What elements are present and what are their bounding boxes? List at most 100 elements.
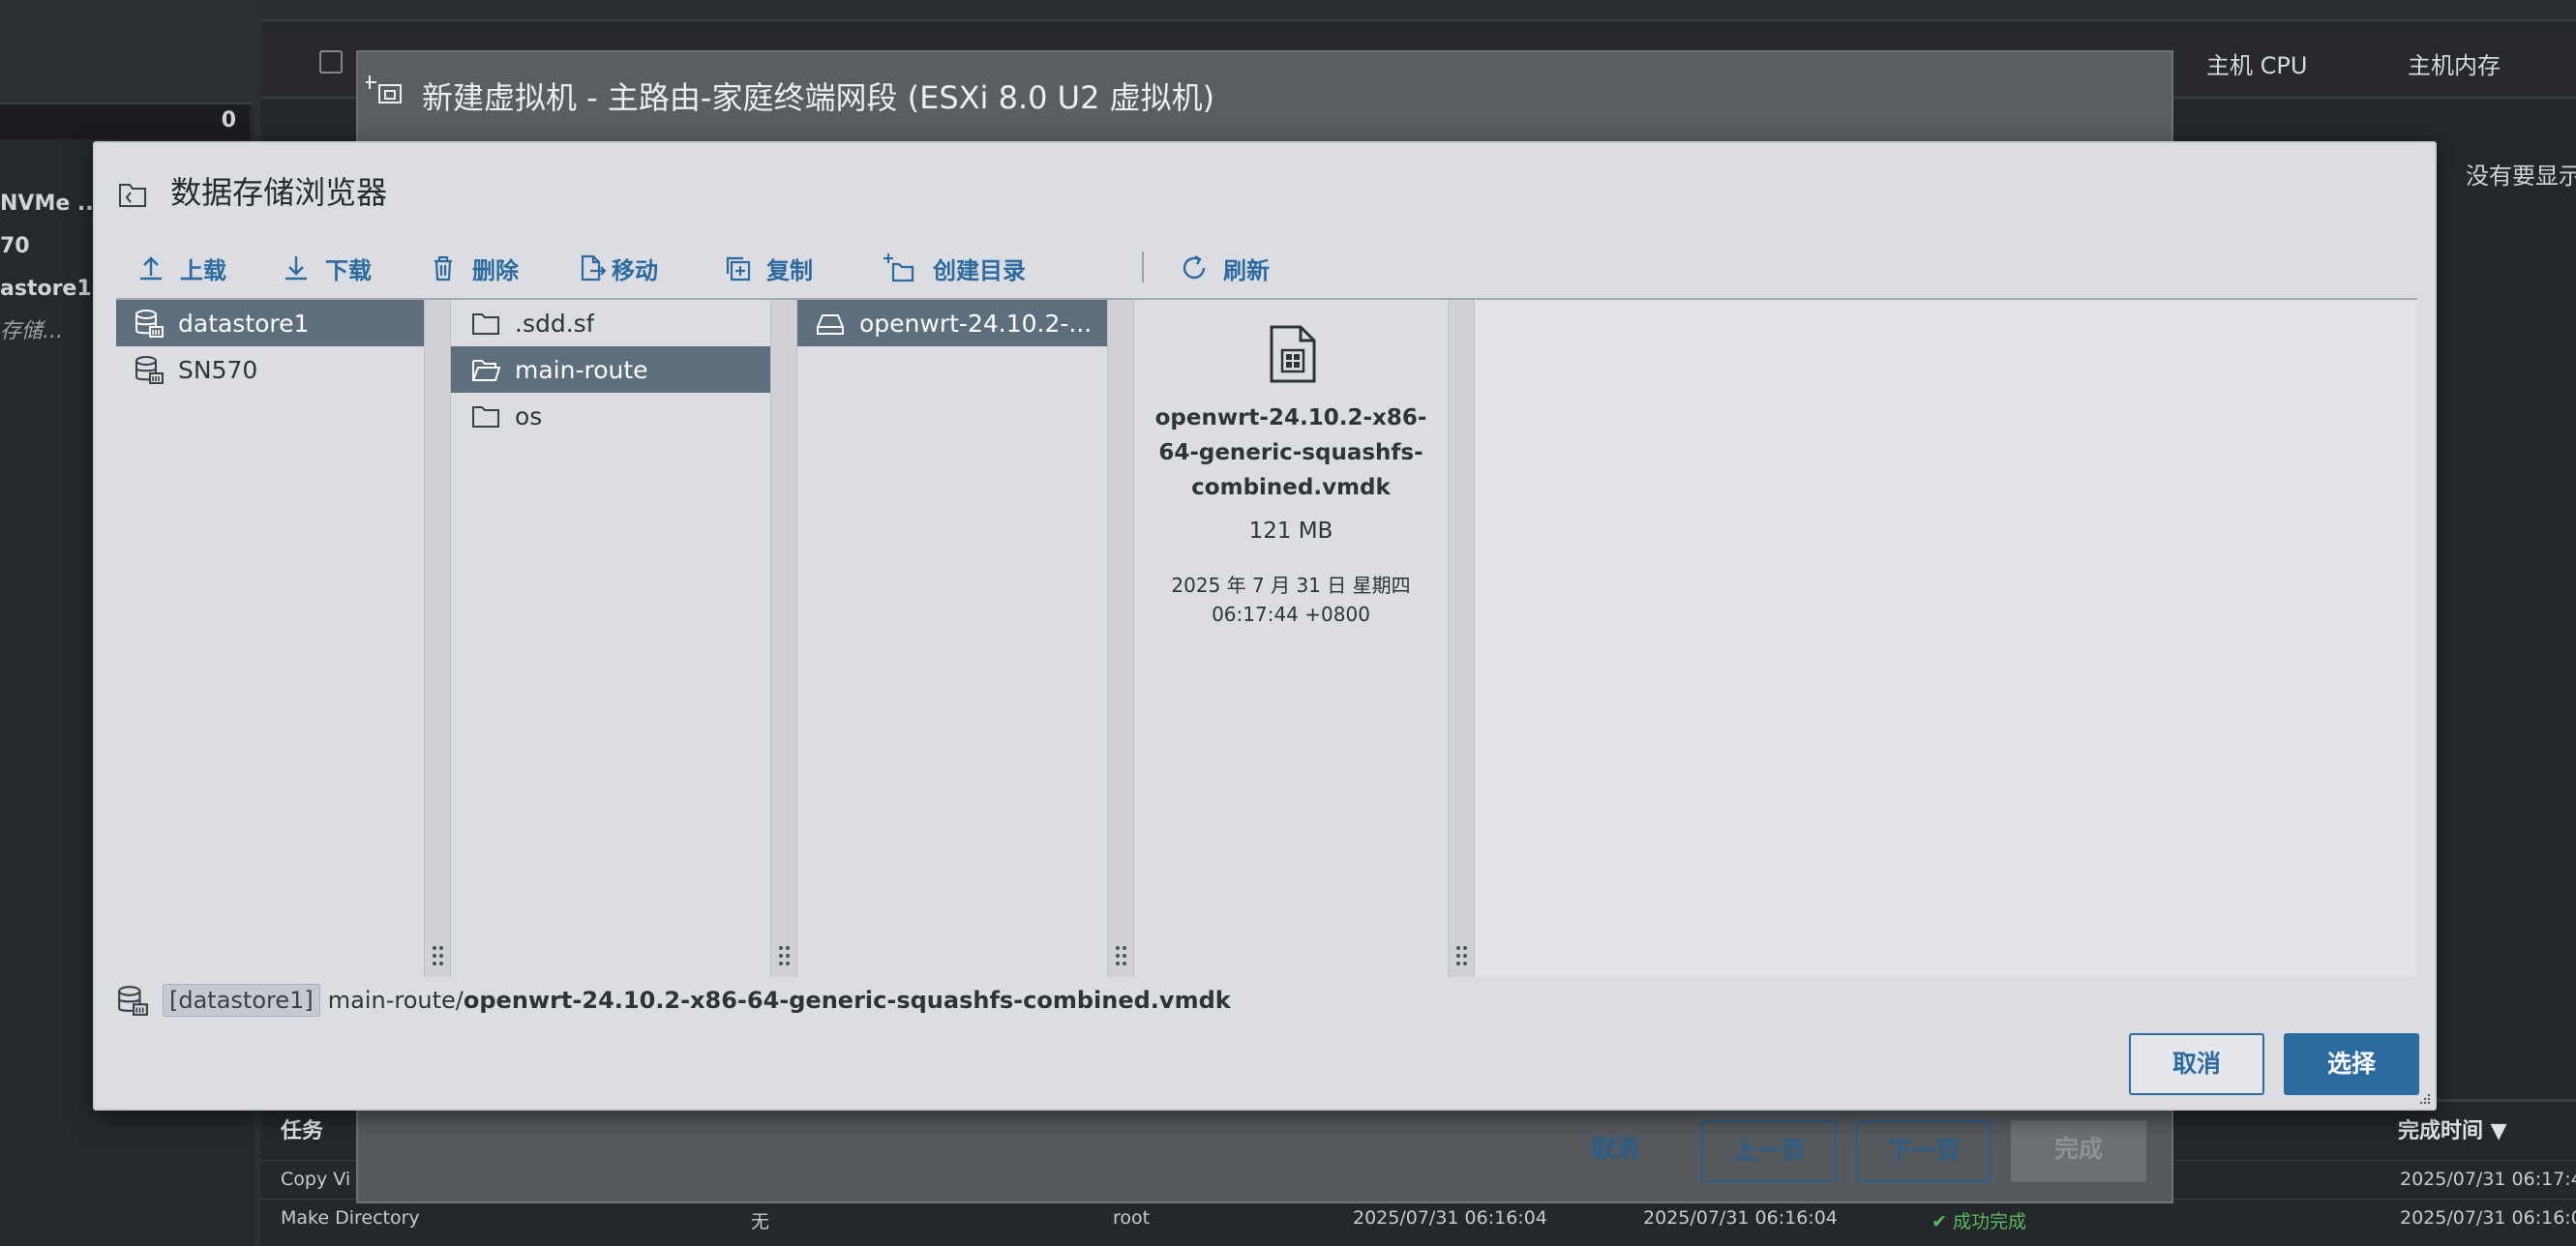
datastore-icon: [135, 356, 164, 384]
path-datastore-tag: [datastore1]: [163, 984, 320, 1017]
grip-handle-icon: [1116, 946, 1127, 967]
wizard-title-bar: 新建虚拟机 - 主路由-家庭终端网段 (ESXi 8.0 U2 虚拟机): [358, 52, 2172, 141]
upload-icon: [140, 256, 162, 281]
trash-icon: [434, 255, 452, 282]
select-all-checkbox: [319, 50, 343, 74]
folder-column: .sdd.sf main-route os: [451, 300, 770, 977]
resize-handle-icon[interactable]: [2417, 1091, 2431, 1105]
browser-toolbar: 上载 下载 删除 移动 复制 创建目录 刷新: [135, 244, 2400, 292]
copy-button[interactable]: 复制: [722, 244, 813, 292]
disk-icon: [817, 314, 844, 335]
upload-button[interactable]: 上载: [135, 244, 226, 292]
dialog-title: 数据存储浏览器: [170, 174, 388, 211]
folder-open-icon: [472, 360, 501, 381]
column-host-cpu: 主机 CPU: [2206, 52, 2308, 79]
task-result-text: 成功完成: [1952, 1211, 2026, 1232]
folder-name: .sdd.sf: [515, 309, 595, 338]
detail-file-size: 121 MB: [1248, 519, 1333, 544]
list-item[interactable]: main-route: [451, 346, 770, 393]
datastore-name: SN570: [178, 355, 258, 384]
detail-time-line: 06:17:44 +0800: [1212, 603, 1370, 626]
column-browser: datastore1 SN570 .sdd.sf main-route os o…: [116, 298, 2417, 977]
table-row: Make Directory 无 root 2025/07/31 06:16:0…: [261, 1199, 2576, 1237]
task-name: Copy Vi: [281, 1169, 351, 1190]
folder-name: os: [515, 401, 543, 430]
list-item[interactable]: openwrt-24.10.2-...: [797, 300, 1107, 346]
vmdk-file-icon: [1270, 325, 1316, 383]
toolbar-separator: [1142, 252, 1144, 282]
success-icon: ✔: [1932, 1211, 1953, 1232]
create-directory-label: 创建目录: [933, 256, 1026, 284]
task-name: Make Directory: [281, 1207, 420, 1229]
new-folder-icon: [884, 253, 914, 282]
detail-file-name: openwrt-24.10.2-x86-64-generic-squashfs-…: [1154, 405, 1427, 500]
folder-icon: [472, 313, 499, 335]
datastore-name: datastore1: [178, 309, 310, 338]
task-user: root: [1113, 1207, 1151, 1229]
wizard-finish-button: 完成: [2011, 1120, 2146, 1182]
datastore-browser-icon: [119, 184, 146, 207]
task-done-time: 2025/07/31 06:17:4: [2400, 1169, 2576, 1190]
select-button[interactable]: 选择: [2284, 1033, 2419, 1095]
download-button[interactable]: 下载: [281, 244, 372, 292]
list-item[interactable]: datastore1: [116, 300, 424, 346]
folder-icon: [472, 406, 499, 428]
cancel-button[interactable]: 取消: [2129, 1033, 2264, 1095]
grip-handle-icon: [779, 946, 791, 967]
grip-handle-icon: [433, 946, 444, 967]
new-vm-icon: [366, 75, 402, 104]
download-label: 下载: [325, 256, 372, 284]
move-button[interactable]: 移动: [577, 244, 658, 292]
list-item[interactable]: os: [451, 393, 770, 439]
delete-button[interactable]: 删除: [428, 244, 519, 292]
wizard-next-button[interactable]: 下一页: [1856, 1120, 1992, 1182]
copy-icon: [726, 256, 751, 282]
task-target: 无: [751, 1211, 770, 1232]
file-detail-pane: openwrt-24.10.2-x86-64-generic-squashfs-…: [1134, 300, 1448, 977]
detail-date-line: 2025 年 7 月 31 日 星期四: [1171, 574, 1411, 597]
column-splitter[interactable]: [424, 300, 451, 977]
empty-table-text: 没有要显示: [2466, 163, 2576, 190]
list-item[interactable]: SN570: [116, 346, 424, 393]
wizard-title: 新建虚拟机 - 主路由-家庭终端网段 (ESXi 8.0 U2 虚拟机): [422, 79, 1215, 116]
file-column: openwrt-24.10.2-...: [797, 300, 1107, 977]
column-splitter[interactable]: [1107, 300, 1134, 977]
datastore-column: datastore1 SN570: [116, 300, 424, 977]
download-icon: [285, 256, 307, 281]
list-item[interactable]: .sdd.sf: [451, 300, 770, 346]
empty-column: [1475, 300, 2417, 977]
column-splitter[interactable]: [770, 300, 797, 977]
upload-label: 上载: [180, 256, 226, 284]
refresh-label: 刷新: [1223, 256, 1270, 284]
wizard-prev-button[interactable]: 上一页: [1701, 1120, 1837, 1182]
datastore-icon: [135, 310, 164, 338]
dialog-title-row: 数据存储浏览器: [118, 168, 387, 213]
column-splitter[interactable]: [1448, 300, 1475, 977]
move-icon: [581, 254, 607, 282]
datastore-icon: [118, 986, 148, 1016]
datastore-browser-dialog: 数据存储浏览器 上载 下载 删除 移动 复制 创建目录 刷新 datastore…: [93, 141, 2437, 1111]
refresh-button[interactable]: 刷新: [1179, 244, 1270, 292]
delete-label: 删除: [472, 256, 519, 284]
copy-label: 复制: [766, 256, 813, 284]
path-file: openwrt-24.10.2-x86-64-generic-squashfs-…: [463, 987, 1231, 1014]
tasks-header-task: 任务: [281, 1119, 324, 1143]
folder-name: main-route: [515, 355, 648, 384]
refresh-icon: [1183, 254, 1206, 280]
tasks-header-done: 完成时间 ▼: [2398, 1119, 2507, 1143]
navigator-topbar: [0, 0, 259, 104]
task-started: 2025/07/31 06:16:04: [1643, 1207, 1838, 1229]
detail-file-date: 2025 年 7 月 31 日 星期四 06:17:44 +0800: [1134, 571, 1448, 629]
background-toolbar: [261, 0, 2576, 21]
move-label: 移动: [612, 256, 658, 284]
column-host-memory: 主机内存: [2408, 52, 2501, 79]
path-prefix: main-route/: [327, 987, 464, 1014]
task-result: ✔ 成功完成: [1932, 1207, 2026, 1233]
file-name: openwrt-24.10.2-...: [859, 309, 1093, 338]
task-queued: 2025/07/31 06:16:04: [1353, 1207, 1547, 1229]
grip-handle-icon: [1456, 946, 1468, 967]
task-done-time: 2025/07/31 06:16:0: [2400, 1207, 2576, 1229]
create-directory-button[interactable]: 创建目录: [879, 244, 1026, 292]
wizard-cancel-button[interactable]: 取消: [1556, 1120, 1674, 1182]
selected-path-bar: [datastore1] main-route/ openwrt-24.10.2…: [116, 979, 2417, 1022]
